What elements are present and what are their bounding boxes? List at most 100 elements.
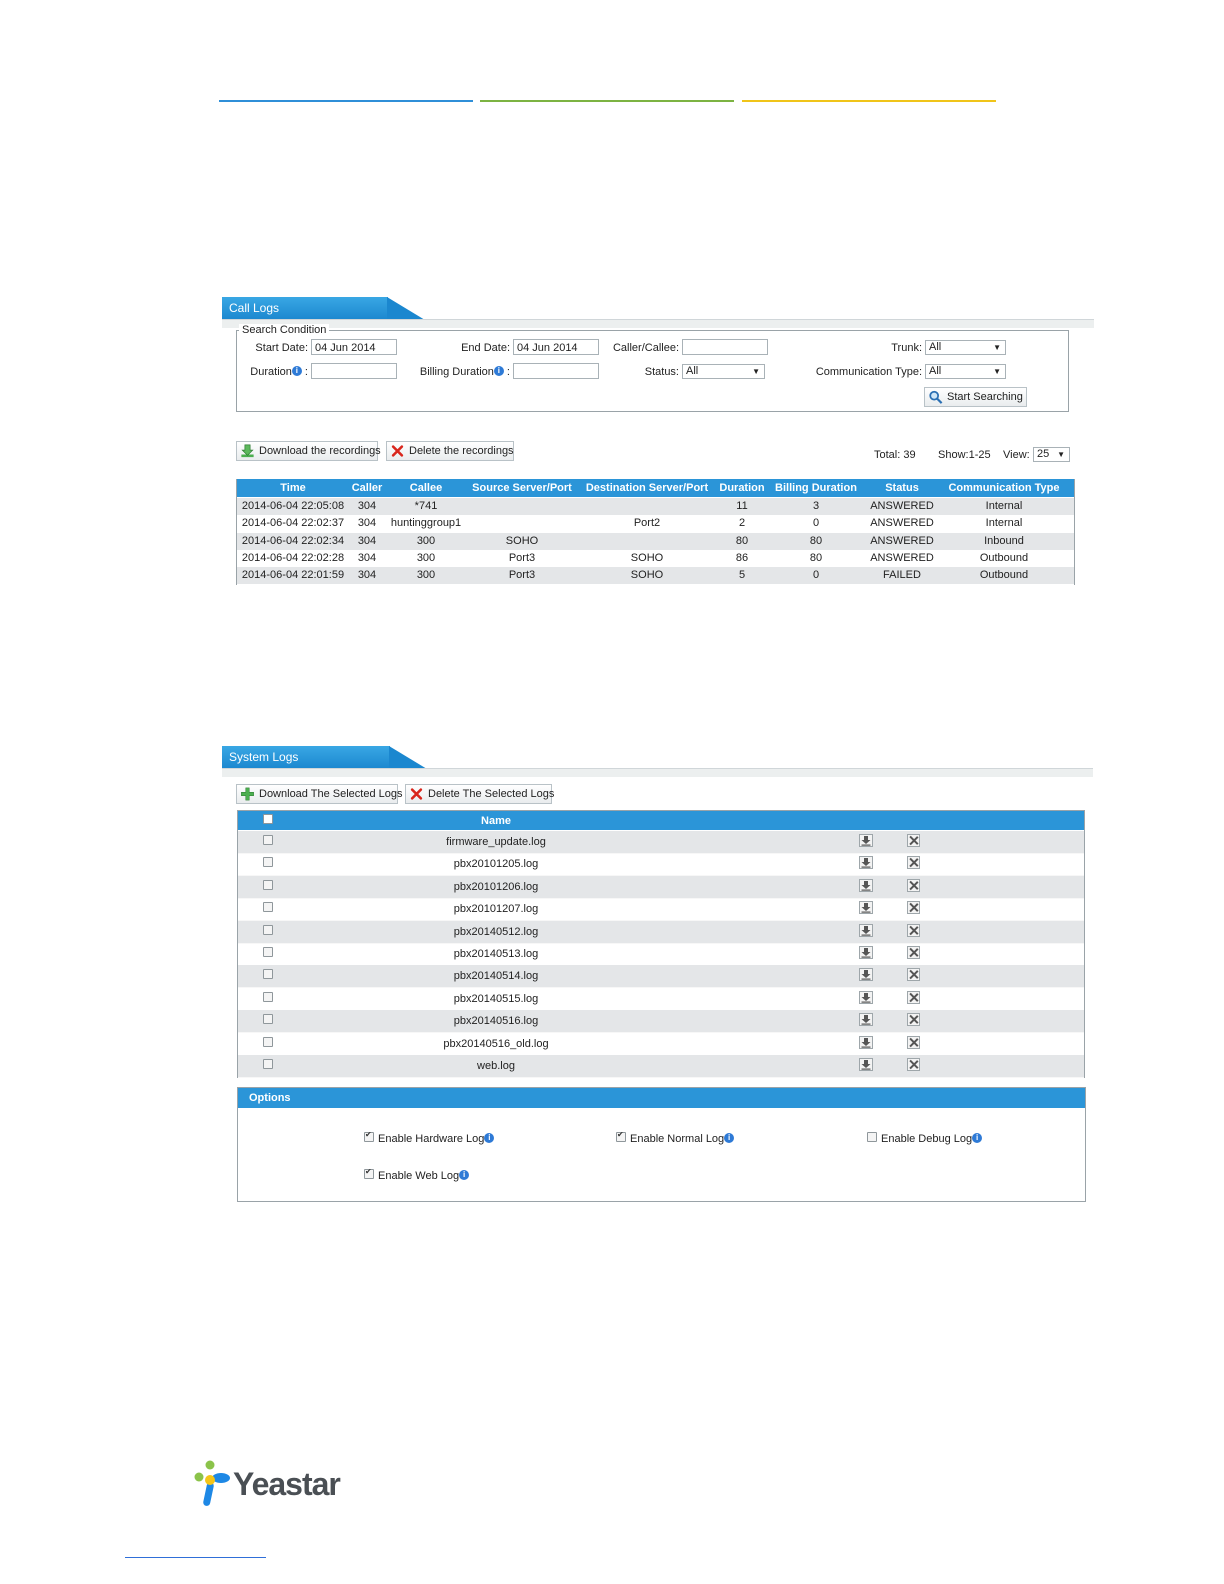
enable-debug-log-checkbox[interactable] (867, 1132, 877, 1142)
table-row[interactable]: 2014-06-04 22:02:34 304 300 SOHO 80 80 ANSWERE… (237, 532, 1074, 550)
list-item[interactable]: firmware_update.log (238, 831, 1084, 854)
download-icon[interactable] (859, 946, 873, 959)
cell-caller: 304 (357, 500, 377, 512)
select-all-checkbox[interactable] (263, 814, 273, 824)
close-icon[interactable] (907, 1035, 920, 1049)
download-icon[interactable] (859, 1058, 873, 1071)
download-icon[interactable] (859, 878, 873, 892)
close-icon[interactable] (907, 968, 920, 982)
close-icon[interactable] (907, 834, 920, 847)
download-icon[interactable] (859, 923, 873, 937)
list-item[interactable]: pbx20140516_old.log (238, 1033, 1084, 1056)
log-checkbox[interactable] (263, 1036, 273, 1047)
list-item[interactable]: pbx20101205.log (238, 853, 1084, 877)
col-time[interactable]: Time (237, 482, 349, 494)
cell-source: SOHO (505, 534, 539, 547)
end-date-input[interactable]: 04 Jun 2014 (513, 339, 599, 355)
list-item[interactable]: pbx20140515.log (238, 988, 1084, 1011)
log-checkbox[interactable] (263, 1014, 273, 1025)
yeastar-logo-text: Yeastar (233, 1466, 341, 1502)
close-icon[interactable] (907, 990, 920, 1004)
cell-callee: 300 (416, 534, 436, 547)
log-checkbox[interactable] (263, 1059, 273, 1069)
download-icon[interactable] (859, 1013, 873, 1027)
enable-normal-log-checkbox[interactable] (616, 1130, 626, 1142)
close-icon[interactable] (907, 1013, 920, 1027)
call-logs-tab[interactable]: Call Logs (222, 297, 388, 320)
start-searching-button[interactable]: Start Searching (924, 387, 1027, 407)
table-row[interactable]: 2014-06-04 22:02:28 304 300 Port3 SOHO 86 80 AN… (237, 550, 1074, 567)
log-checkbox[interactable] (263, 924, 273, 935)
delete-selected-logs-button[interactable]: Delete The Selected Logs (405, 784, 554, 804)
status-select[interactable]: All ▼ (682, 364, 765, 379)
communication-type-select[interactable]: All ▼ (925, 364, 1006, 379)
list-item[interactable]: pbx20101207.log (238, 898, 1084, 922)
close-icon[interactable] (907, 923, 920, 937)
info-icon[interactable]: i (724, 1133, 735, 1143)
log-checkbox[interactable] (263, 991, 273, 1002)
log-checkbox[interactable] (263, 902, 273, 913)
col-name[interactable]: Name (446, 815, 546, 827)
info-icon[interactable]: i (459, 1170, 470, 1180)
caller-callee-input[interactable] (682, 339, 768, 355)
download-recordings-button[interactable]: Download the recordings (236, 441, 381, 461)
list-item[interactable]: pbx20101206.log (238, 875, 1084, 899)
list-item[interactable]: web.log (238, 1055, 1084, 1078)
info-icon[interactable]: i (484, 1133, 495, 1143)
col-billing-duration[interactable]: Billing Duration (773, 482, 859, 494)
col-destination[interactable]: Destination Server/Port (585, 482, 709, 494)
col-duration[interactable]: Duration (715, 482, 769, 494)
log-checkbox[interactable] (263, 835, 273, 845)
cell-status: ANSWERED (870, 500, 934, 512)
communication-type-label: Communication Type: (815, 366, 922, 378)
download-icon[interactable] (859, 834, 873, 847)
info-icon[interactable]: i (972, 1133, 983, 1143)
header-line-blue (219, 100, 473, 102)
col-caller[interactable]: Caller (349, 482, 385, 494)
enable-debug-log-label: Enable Debug Log i (881, 1133, 983, 1145)
close-icon[interactable] (907, 1058, 920, 1071)
log-checkbox[interactable] (263, 857, 273, 868)
enable-web-log-checkbox[interactable] (364, 1167, 374, 1179)
cell-destination: Port2 (633, 517, 661, 530)
table-row[interactable]: 2014-06-04 22:01:59 304 300 Port3 SOHO 5 0 FAIL… (237, 567, 1074, 585)
log-file-name: pbx20101206.log (453, 880, 539, 893)
cell-caller: 304 (357, 517, 377, 530)
start-date-input[interactable]: 04 Jun 2014 (311, 339, 397, 355)
list-item[interactable]: pbx20140514.log (238, 965, 1084, 989)
list-item[interactable]: pbx20140512.log (238, 920, 1084, 944)
col-callee[interactable]: Callee (387, 482, 465, 494)
col-status[interactable]: Status (867, 482, 937, 494)
info-icon[interactable]: i (291, 366, 302, 376)
list-item[interactable]: pbx20140516.log (238, 1010, 1084, 1034)
enable-hardware-log-checkbox[interactable] (364, 1130, 374, 1142)
duration-input[interactable] (311, 363, 397, 379)
close-icon[interactable] (907, 901, 920, 915)
info-icon[interactable]: i (493, 366, 504, 376)
download-icon[interactable] (859, 856, 873, 870)
search-condition-legend: Search Condition (239, 324, 330, 336)
trunk-select[interactable]: All ▼ (925, 340, 1006, 355)
col-communication-type[interactable]: Communication Type (939, 482, 1069, 494)
download-selected-logs-button[interactable]: Download The Selected Logs (236, 784, 403, 804)
table-row[interactable]: 2014-06-04 22:02:37 304 huntinggroup1 Port2… (237, 515, 1074, 532)
view-select[interactable]: 25 ▼ (1033, 447, 1070, 462)
billing-duration-input[interactable] (513, 363, 599, 379)
trunk-label: Trunk: (891, 342, 922, 354)
download-icon[interactable] (859, 901, 873, 915)
log-checkbox[interactable] (263, 947, 273, 957)
download-icon[interactable] (859, 1035, 873, 1049)
log-checkbox[interactable] (263, 879, 273, 890)
close-icon[interactable] (907, 946, 920, 959)
col-source[interactable]: Source Server/Port (467, 482, 577, 494)
log-file-name: pbx20101207.log (453, 903, 539, 916)
download-icon[interactable] (859, 990, 873, 1004)
system-logs-tab[interactable]: System Logs (222, 746, 390, 769)
delete-recordings-button[interactable]: Delete the recordings (386, 441, 514, 461)
list-item[interactable]: pbx20140513.log (238, 943, 1084, 966)
close-icon[interactable] (907, 856, 920, 870)
download-icon[interactable] (859, 968, 873, 982)
table-row[interactable]: 2014-06-04 22:05:08 304 *741 11 3 ANSWERED Int… (237, 498, 1074, 515)
log-checkbox[interactable] (263, 969, 273, 980)
close-icon[interactable] (907, 878, 920, 892)
